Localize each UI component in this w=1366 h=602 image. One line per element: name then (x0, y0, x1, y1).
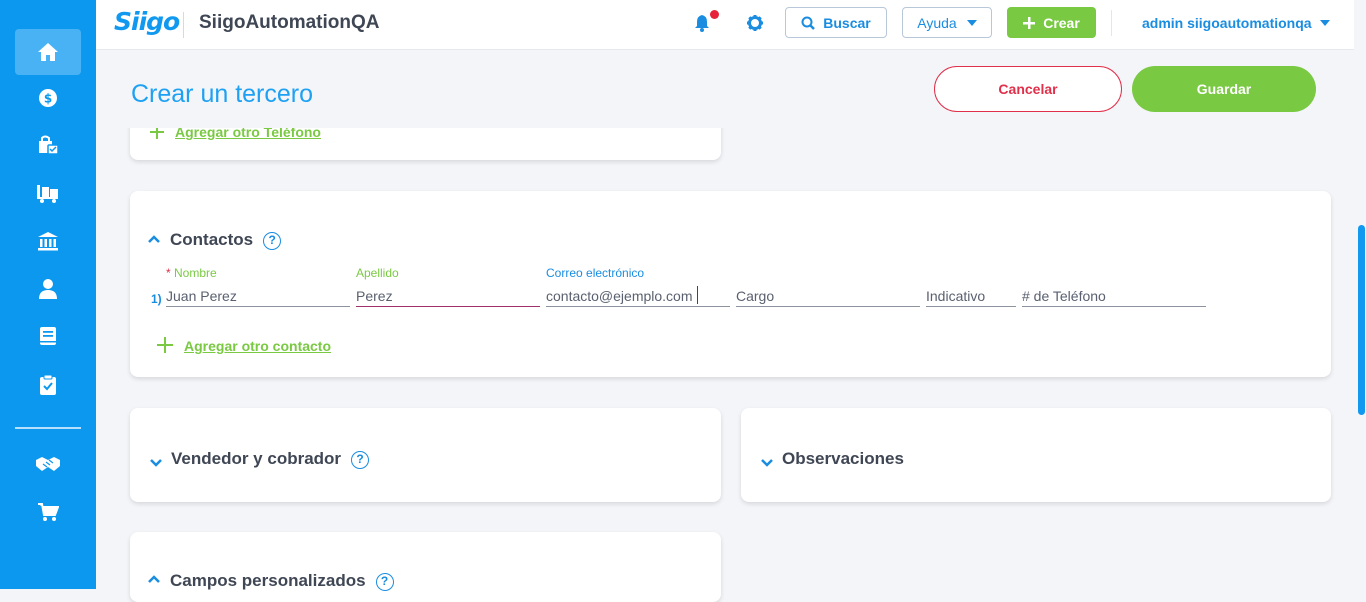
sidebar-item-accounting[interactable] (15, 313, 81, 359)
custom-fields-card (130, 532, 721, 602)
user-menu-label: admin siigoautomationqa (1142, 15, 1312, 31)
cart-icon (38, 503, 59, 521)
custom-fields-title-text: Campos personalizados (170, 571, 366, 590)
company-name: SiigoAutomationQA (199, 12, 380, 33)
sidebar-divider (15, 427, 81, 429)
dollar-icon: $ (39, 89, 57, 107)
contact-phone-placeholder: # de Teléfono (1022, 288, 1106, 304)
contact-email-field[interactable]: Correo electrónico contacto@ejemplo.com (546, 266, 730, 307)
contact-email-underline (546, 306, 730, 307)
notification-dot (710, 10, 719, 19)
siigo-logo[interactable]: Siigo (114, 7, 180, 36)
handshake-icon (36, 457, 60, 471)
chevron-down-icon[interactable] (761, 458, 773, 467)
help-dropdown-label: Ayuda (917, 14, 957, 31)
caret-down-icon (966, 19, 977, 26)
custom-fields-title: Campos personalizados? (170, 571, 394, 591)
gear-icon[interactable] (746, 14, 764, 32)
sidebar-item-contacts[interactable] (15, 266, 81, 312)
clipboard-check-icon (40, 374, 56, 395)
sidebar: $ (0, 0, 96, 589)
contact-phone-field[interactable]: # de Teléfono (1022, 266, 1206, 307)
user-icon (39, 279, 57, 299)
seller-title: Vendedor y cobrador? (171, 449, 370, 469)
book-icon (40, 327, 56, 345)
sidebar-item-sales[interactable] (15, 122, 81, 168)
topbar-divider (1111, 10, 1112, 36)
contact-lastname-label: Apellido (356, 266, 399, 280)
sidebar-item-home[interactable] (15, 29, 81, 75)
contact-indicative-placeholder: Indicativo (926, 288, 986, 304)
contact-position-placeholder: Cargo (736, 288, 775, 304)
help-icon[interactable]: ? (263, 231, 282, 250)
sidebar-item-reports[interactable] (15, 362, 81, 408)
chevron-up-icon[interactable] (148, 575, 160, 584)
search-button[interactable]: Buscar (785, 7, 887, 38)
svg-text:$: $ (44, 92, 52, 106)
contact-lastname-field[interactable]: Apellido Perez (356, 266, 540, 307)
contacts-title: Contactos? (170, 230, 282, 250)
save-button[interactable]: Guardar (1132, 66, 1316, 112)
observations-title: Observaciones (782, 449, 904, 468)
shopping-bag-icon (39, 135, 59, 155)
chevron-up-icon[interactable] (148, 235, 160, 244)
page-title: Crear un tercero (131, 80, 314, 108)
contact-indicative-underline (926, 306, 1016, 307)
contact-position-underline (736, 306, 920, 307)
seller-title-text: Vendedor y cobrador (171, 449, 342, 468)
contact-row-number: 1) (151, 292, 162, 306)
truck-cart-icon (37, 185, 58, 203)
contacts-title-text: Contactos (170, 230, 254, 249)
text-cursor (697, 286, 698, 304)
bank-icon (38, 232, 58, 251)
help-icon[interactable]: ? (351, 450, 370, 469)
contact-phone-underline (1022, 306, 1206, 307)
chevron-down-icon[interactable] (150, 458, 162, 467)
contact-name-label: * Nombre (166, 266, 217, 280)
plus-icon (1023, 16, 1036, 29)
logo-divider (183, 12, 184, 38)
contact-name-label-text: Nombre (174, 266, 217, 280)
user-menu[interactable]: admin siigoautomationqa (1142, 15, 1330, 31)
scrollbar-thumb[interactable] (1358, 225, 1365, 415)
help-dropdown[interactable]: Ayuda (902, 7, 992, 38)
top-bar: Siigo SiigoAutomationQA Buscar Ayuda Cre… (96, 0, 1354, 50)
plus-icon (157, 337, 173, 353)
cancel-button[interactable]: Cancelar (934, 66, 1122, 112)
sidebar-item-partners[interactable] (15, 441, 81, 487)
search-button-label: Buscar (823, 14, 871, 31)
home-icon (38, 43, 58, 61)
contact-lastname-value: Perez (356, 288, 393, 304)
contact-email-label: Correo electrónico (546, 266, 645, 280)
contact-name-value: Juan Perez (166, 288, 237, 304)
contact-email-value: contacto@ejemplo.com (546, 288, 693, 304)
search-icon (801, 16, 816, 30)
sidebar-item-store[interactable] (15, 489, 81, 535)
caret-down-icon (1319, 20, 1330, 26)
contact-indicative-field[interactable]: Indicativo (926, 266, 1016, 307)
required-mark: * (166, 266, 171, 280)
contact-name-underline (166, 306, 350, 307)
help-icon[interactable]: ? (375, 572, 394, 591)
sidebar-item-banks[interactable] (15, 218, 81, 264)
add-contact-link[interactable]: Agregar otro contacto (184, 338, 331, 354)
contact-name-field[interactable]: * Nombre Juan Perez (166, 266, 350, 307)
contact-lastname-underline (356, 306, 540, 307)
contact-position-field[interactable]: Cargo (736, 266, 920, 307)
create-button[interactable]: Crear (1007, 7, 1096, 38)
create-button-label: Crear (1043, 14, 1080, 31)
bell-icon[interactable] (694, 14, 710, 32)
sidebar-item-purchases[interactable] (15, 170, 81, 216)
sidebar-item-finances[interactable]: $ (15, 75, 81, 121)
